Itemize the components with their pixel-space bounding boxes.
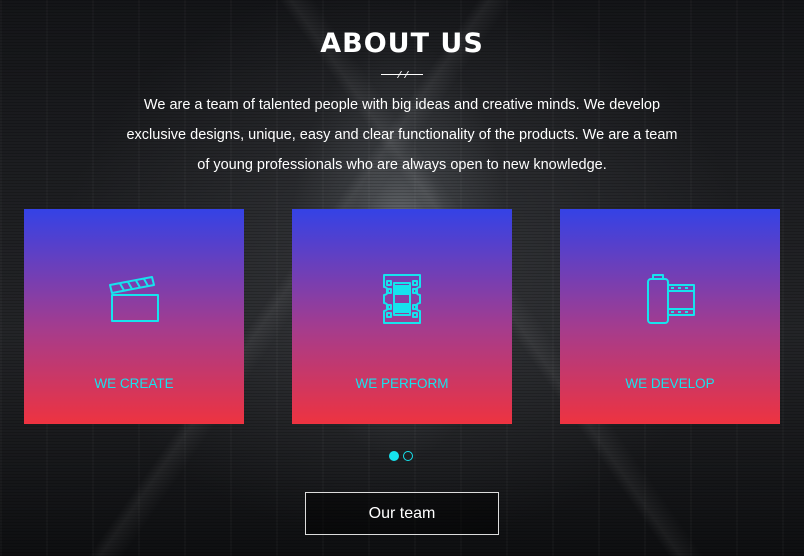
film-strip-icon <box>383 274 421 324</box>
carousel-dot-1[interactable] <box>389 451 399 461</box>
card-we-create[interactable]: WE CREATE <box>24 209 244 424</box>
carousel-pagination <box>389 451 413 461</box>
card-label: WE CREATE <box>94 376 174 391</box>
film-roll-icon <box>647 274 695 324</box>
card-label: WE DEVELOP <box>625 376 715 391</box>
card-label: WE PERFORM <box>355 376 449 391</box>
card-we-develop[interactable]: WE DEVELOP <box>560 209 780 424</box>
our-team-button[interactable]: Our team <box>305 492 499 535</box>
clapperboard-icon <box>109 276 159 322</box>
title-divider <box>381 74 423 75</box>
card-we-perform[interactable]: WE PERFORM <box>292 209 512 424</box>
section-title: ABOUT US <box>320 28 484 59</box>
carousel-dot-2[interactable] <box>403 451 413 461</box>
intro-text: We are a team of talented people with bi… <box>126 97 678 173</box>
